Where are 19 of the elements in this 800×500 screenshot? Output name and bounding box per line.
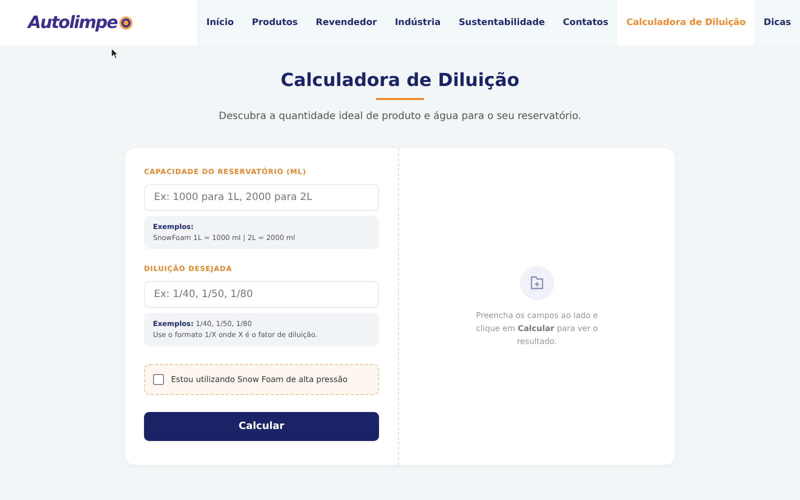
nav-link[interactable]: Produtos <box>242 0 307 45</box>
mouse-cursor-icon <box>111 48 119 59</box>
nav-link[interactable]: Dicas <box>754 0 800 45</box>
checkbox-panel[interactable]: Estou utilizando Snow Foam de alta pressão <box>144 364 379 395</box>
page-subtitle: Descubra a quantidade ideal de produto e água para o seu reservatório. <box>218 111 582 122</box>
title-underline <box>376 98 424 100</box>
checkbox-label: Estou utilizando Snow Foam de alta pressão <box>171 375 348 384</box>
document-plus-icon <box>530 276 544 290</box>
checkbox[interactable] <box>153 374 164 385</box>
nav-link[interactable]: Indústria <box>386 0 450 45</box>
input-field[interactable]: Ex: 1000 para 1L, 2000 para 2L <box>144 184 379 211</box>
page-title: Calculadora de Diluição <box>280 70 520 91</box>
nav-link[interactable]: Revendedor <box>306 0 386 45</box>
nav-link[interactable]: Início <box>197 0 243 45</box>
calculate-button[interactable]: Calcular <box>144 412 379 441</box>
result-placeholder-text: Preencha os campos ao lado e clique em Calcular para ver o resultado. <box>475 310 599 348</box>
nav-link[interactable]: Sustentabilidade <box>450 0 554 45</box>
input-field[interactable]: Ex: 1/40, 1/50, 1/80 <box>144 281 379 308</box>
nav-link[interactable]: Contatos <box>554 0 618 45</box>
